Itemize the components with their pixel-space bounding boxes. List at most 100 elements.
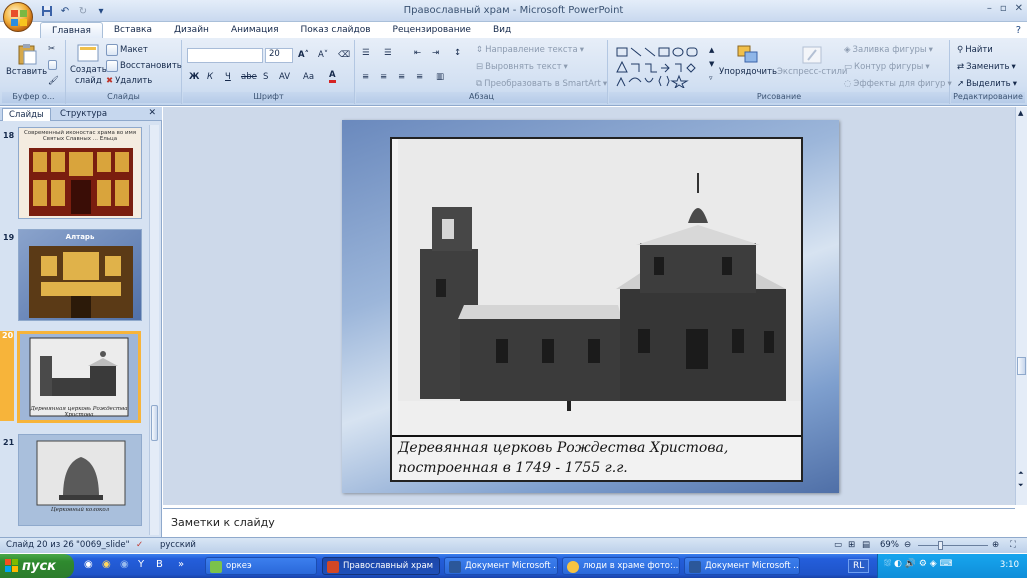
- prev-slide-icon[interactable]: ⏶: [1018, 469, 1024, 478]
- align-center-icon[interactable]: ≡: [380, 72, 387, 82]
- increase-indent-icon[interactable]: ⇥: [432, 48, 439, 58]
- spellcheck-icon[interactable]: ✓: [136, 540, 143, 550]
- paste-button[interactable]: Вставить: [6, 42, 47, 77]
- tab-insert[interactable]: Вставка: [103, 22, 163, 38]
- shadow-button[interactable]: S: [263, 72, 268, 82]
- next-slide-icon[interactable]: ⏷: [1018, 481, 1024, 490]
- text-direction-button[interactable]: ⇕ Направление текста ▾: [476, 45, 584, 55]
- panel-close-icon[interactable]: ✕: [148, 108, 156, 118]
- shrink-font-icon[interactable]: A˅: [318, 50, 328, 60]
- slide-thumbnail[interactable]: Алтарь: [18, 229, 142, 321]
- justify-icon[interactable]: ≡: [416, 72, 423, 82]
- cut-icon[interactable]: ✂: [48, 44, 55, 54]
- slide-scrollbar-thumb[interactable]: [1017, 357, 1026, 375]
- line-spacing-icon[interactable]: ↕: [454, 48, 461, 58]
- new-slide-button[interactable]: Создать слайд: [70, 42, 107, 86]
- tab-home[interactable]: Главная: [40, 22, 103, 38]
- taskbar-item[interactable]: оркеэ: [205, 557, 317, 575]
- sorter-view-icon[interactable]: ⊞: [848, 540, 855, 550]
- select-button[interactable]: ➚ Выделить ▾: [957, 79, 1017, 89]
- zoom-level[interactable]: 69%: [880, 540, 899, 550]
- italic-button[interactable]: К: [207, 72, 213, 82]
- fit-slide-icon[interactable]: ⛶: [1010, 540, 1016, 550]
- tab-outline[interactable]: Структура: [54, 108, 113, 121]
- zoom-in-icon[interactable]: ⊕: [992, 540, 999, 550]
- notes-placeholder[interactable]: Заметки к слайду: [171, 516, 275, 529]
- shape-effects-button[interactable]: ◌ Эффекты для фигур ▾: [844, 79, 952, 89]
- restore-button[interactable]: ▫: [1000, 3, 1007, 14]
- taskbar-item[interactable]: люди в храме фото:...: [562, 557, 680, 575]
- tab-animation[interactable]: Анимация: [220, 22, 290, 38]
- current-slide[interactable]: Деревянная церковь Рождества Христова, п…: [342, 120, 839, 493]
- tab-slides[interactable]: Слайды: [2, 108, 51, 121]
- underline-button[interactable]: Ч: [225, 72, 231, 82]
- copy-icon[interactable]: [48, 60, 57, 70]
- taskbar-item[interactable]: Документ Microsoft ...: [684, 557, 800, 575]
- shape-fill-button[interactable]: ◈ Заливка фигуры ▾: [844, 45, 933, 55]
- panel-scrollbar-thumb[interactable]: [151, 405, 158, 441]
- slideshow-view-icon[interactable]: ▤: [862, 540, 870, 550]
- slide-thumbnail[interactable]: Современный иконостас храма во имя Святы…: [18, 127, 142, 219]
- slide-scrollbar[interactable]: ▲ ⏶ ⏷: [1015, 107, 1027, 505]
- normal-view-icon[interactable]: ▭: [834, 540, 842, 550]
- shapes-scroll-down-icon[interactable]: ▼: [709, 60, 714, 68]
- quicklaunch-yandex-icon[interactable]: Y: [138, 559, 144, 570]
- shape-outline-button[interactable]: ▭ Контур фигуры ▾: [844, 62, 930, 72]
- change-case-button[interactable]: Aa: [303, 72, 314, 82]
- font-size-combo[interactable]: 20: [265, 48, 293, 63]
- zoom-slider[interactable]: [918, 545, 988, 546]
- columns-icon[interactable]: ▥: [436, 72, 444, 82]
- tab-slideshow[interactable]: Показ слайдов: [290, 22, 382, 38]
- align-right-icon[interactable]: ≡: [398, 72, 405, 82]
- strikethrough-button[interactable]: abe: [241, 72, 257, 82]
- notes-pane[interactable]: Заметки к слайду: [163, 508, 1015, 536]
- tab-view[interactable]: Вид: [482, 22, 522, 38]
- layout-button[interactable]: Макет: [106, 44, 148, 56]
- clear-format-icon[interactable]: ⌫: [338, 50, 350, 60]
- taskbar-item[interactable]: Документ Microsoft ...: [444, 557, 558, 575]
- quick-styles-button[interactable]: Экспресс-стили: [777, 44, 847, 77]
- shapes-scroll-up-icon[interactable]: ▲: [709, 46, 714, 54]
- bold-button[interactable]: Ж: [189, 72, 199, 82]
- shapes-more-icon[interactable]: ▿: [709, 74, 713, 82]
- quicklaunch-opera-icon[interactable]: ◉: [102, 559, 111, 570]
- bullets-icon[interactable]: ☰: [362, 48, 370, 58]
- tab-review[interactable]: Рецензирование: [382, 22, 482, 38]
- clock[interactable]: 3:10: [1000, 560, 1019, 570]
- taskbar-item-active[interactable]: Православный храм: [322, 557, 440, 575]
- find-button[interactable]: ⚲ Найти: [957, 45, 993, 55]
- format-painter-icon[interactable]: 🖌: [48, 76, 59, 86]
- align-text-button[interactable]: ⊟ Выровнять текст ▾: [476, 62, 568, 72]
- start-button[interactable]: пуск: [0, 554, 74, 578]
- font-family-combo[interactable]: [187, 48, 263, 63]
- quicklaunch-more-icon[interactable]: »: [178, 559, 184, 570]
- arrange-button[interactable]: Упорядочить: [719, 44, 777, 77]
- decrease-indent-icon[interactable]: ⇤: [414, 48, 421, 58]
- tray-icons[interactable]: ⛆ ◐ 🔊 ⚙ ◈ ⌨: [884, 559, 953, 569]
- convert-smartart-button[interactable]: ⧉ Преобразовать в SmartArt ▾: [476, 79, 607, 89]
- grow-font-icon[interactable]: A˄: [298, 50, 309, 60]
- zoom-slider-thumb[interactable]: [938, 541, 943, 550]
- slide-photo[interactable]: Деревянная церковь Рождества Христова, п…: [390, 137, 803, 482]
- language-indicator[interactable]: русский: [160, 540, 196, 550]
- tab-design[interactable]: Дизайн: [163, 22, 220, 38]
- align-left-icon[interactable]: ≡: [362, 72, 369, 82]
- char-spacing-button[interactable]: AV: [279, 72, 290, 82]
- office-button[interactable]: [3, 2, 33, 32]
- scroll-up-icon[interactable]: ▲: [1018, 109, 1023, 117]
- minimize-button[interactable]: –: [987, 3, 992, 14]
- quicklaunch-ie-icon[interactable]: ◉: [84, 559, 93, 570]
- zoom-out-icon[interactable]: ⊖: [904, 540, 911, 550]
- slide-thumbnail[interactable]: Церковный колокол: [18, 434, 142, 526]
- replace-button[interactable]: ⇄ Заменить ▾: [957, 62, 1016, 72]
- close-button[interactable]: ✕: [1015, 3, 1023, 14]
- language-bar[interactable]: RL: [848, 559, 870, 573]
- font-color-button[interactable]: A: [329, 70, 336, 83]
- numbering-icon[interactable]: ☰: [384, 48, 392, 58]
- panel-scrollbar[interactable]: [149, 125, 159, 535]
- delete-slide-button[interactable]: ✖ Удалить: [106, 76, 152, 86]
- quicklaunch-browser-icon[interactable]: ◉: [120, 559, 129, 570]
- slide-thumbnail-selected[interactable]: Деревянная церковь Рождества Христова: [17, 331, 141, 423]
- shapes-gallery-icon[interactable]: [615, 46, 711, 88]
- quicklaunch-vk-icon[interactable]: B: [156, 559, 163, 570]
